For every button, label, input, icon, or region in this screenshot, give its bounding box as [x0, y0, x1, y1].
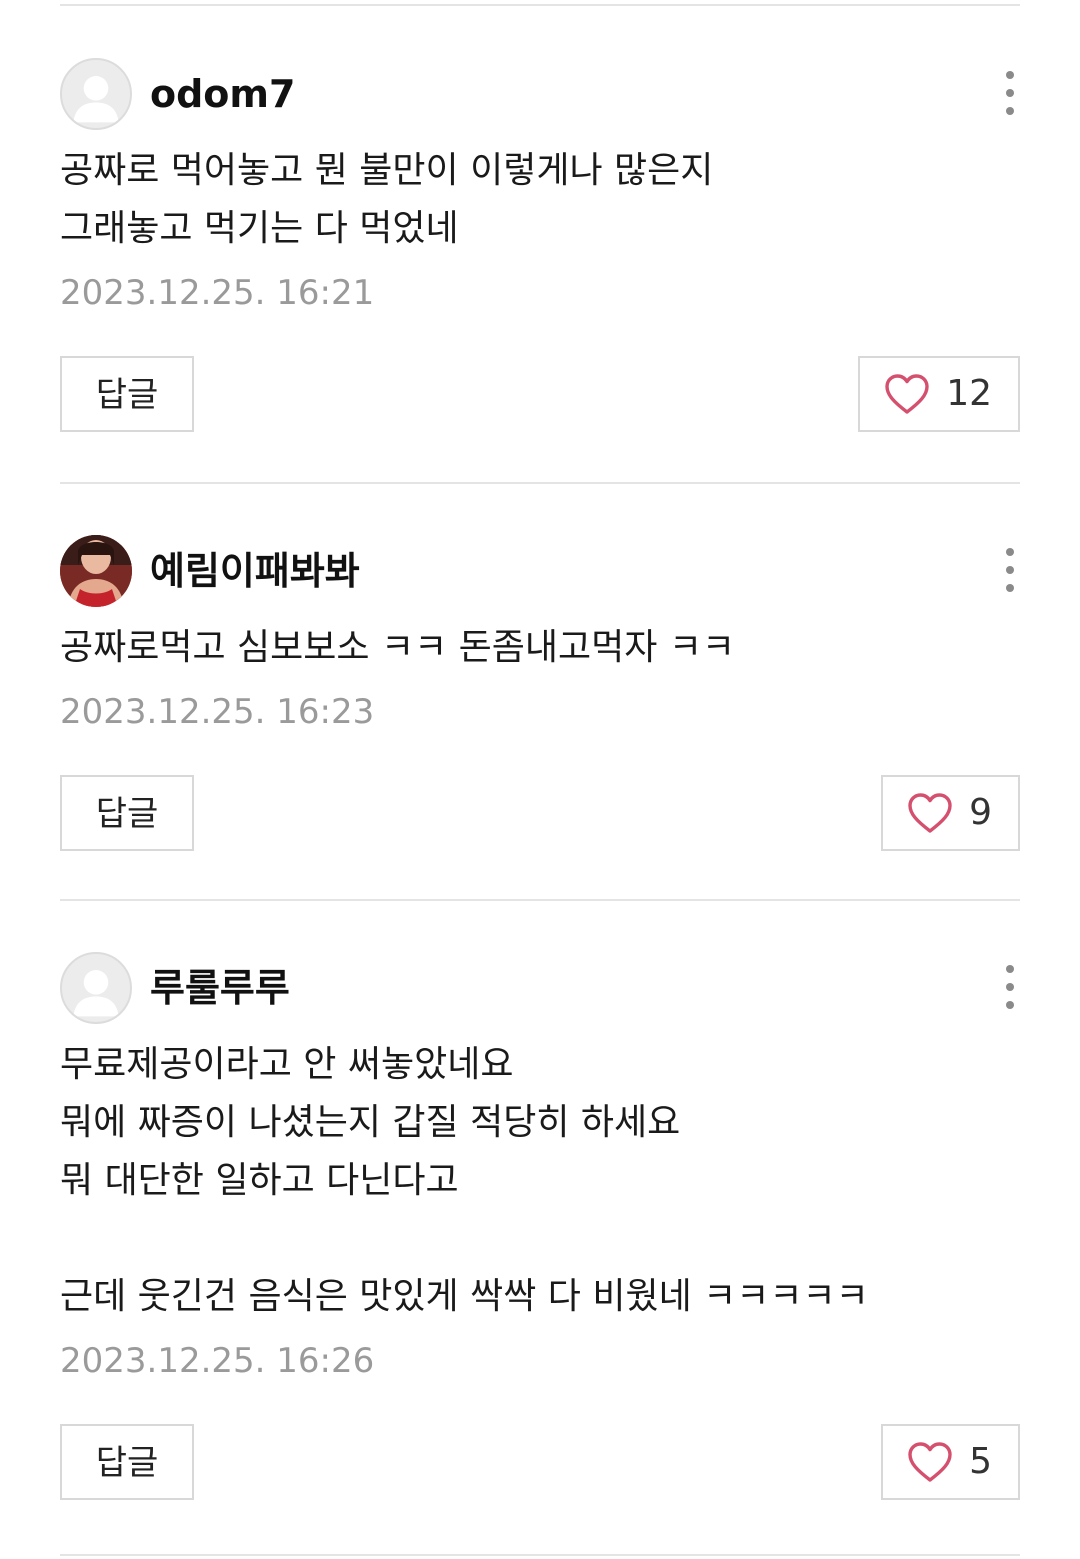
more-options-icon[interactable]: [994, 962, 1026, 1012]
comment-text: 공짜로 먹어놓고 뭔 불만이 이렇게나 많은지 그래놓고 먹기는 다 먹었네: [60, 150, 714, 249]
heart-icon: [908, 793, 952, 833]
comment-timestamp: 2023.12.25. 16:21: [60, 273, 375, 313]
divider-top: [60, 4, 1020, 6]
comment-header: odom7: [60, 58, 1020, 130]
comment-text: 공짜로먹고 심보보소 ㅋㅋ 돈좀내고먹자 ㅋㅋ: [60, 627, 736, 668]
like-count: 12: [946, 373, 992, 414]
comment-header: 루룰루루: [60, 952, 1020, 1024]
reply-button[interactable]: 답글: [60, 1424, 194, 1500]
divider: [60, 899, 1020, 901]
heart-icon: [885, 374, 929, 414]
comment-header: 예림이패봐봐: [60, 535, 1020, 607]
photo-avatar-icon[interactable]: [60, 535, 132, 607]
default-avatar-icon[interactable]: [60, 58, 132, 130]
divider: [60, 482, 1020, 484]
more-options-icon[interactable]: [994, 545, 1026, 595]
like-button[interactable]: 5: [881, 1424, 1020, 1500]
heart-icon: [908, 1442, 952, 1482]
comment-item: 루룰루루 무료제공이라고 안 써놓았네요 뭐에 짜증이 나셨는지 갑질 적당히 …: [60, 952, 1020, 1500]
comment-timestamp: 2023.12.25. 16:23: [60, 692, 375, 732]
like-count: 9: [969, 792, 992, 833]
reply-button[interactable]: 답글: [60, 775, 194, 851]
comment-actions: 답글 5: [60, 1424, 1020, 1500]
more-options-icon[interactable]: [994, 68, 1026, 118]
default-avatar-icon[interactable]: [60, 952, 132, 1024]
comment-actions: 답글 9: [60, 775, 1020, 851]
divider-bottom: [60, 1554, 1020, 1556]
like-count: 5: [969, 1441, 992, 1482]
comment-item: odom7 공짜로 먹어놓고 뭔 불만이 이렇게나 많은지 그래놓고 먹기는 다…: [60, 58, 1020, 432]
comment-actions: 답글 12: [60, 356, 1020, 432]
comment-text: 무료제공이라고 안 써놓았네요 뭐에 짜증이 나셨는지 갑질 적당히 하세요 뭐…: [60, 1044, 869, 1317]
comment-author[interactable]: 루룰루루: [150, 952, 290, 1024]
like-button[interactable]: 9: [881, 775, 1020, 851]
comment-timestamp: 2023.12.25. 16:26: [60, 1341, 375, 1381]
comment-author[interactable]: odom7: [150, 58, 295, 130]
reply-button[interactable]: 답글: [60, 356, 194, 432]
like-button[interactable]: 12: [858, 356, 1020, 432]
comment-author[interactable]: 예림이패봐봐: [150, 535, 360, 607]
comment-item: 예림이패봐봐 공짜로먹고 심보보소 ㅋㅋ 돈좀내고먹자 ㅋㅋ 2023.12.2…: [60, 535, 1020, 851]
